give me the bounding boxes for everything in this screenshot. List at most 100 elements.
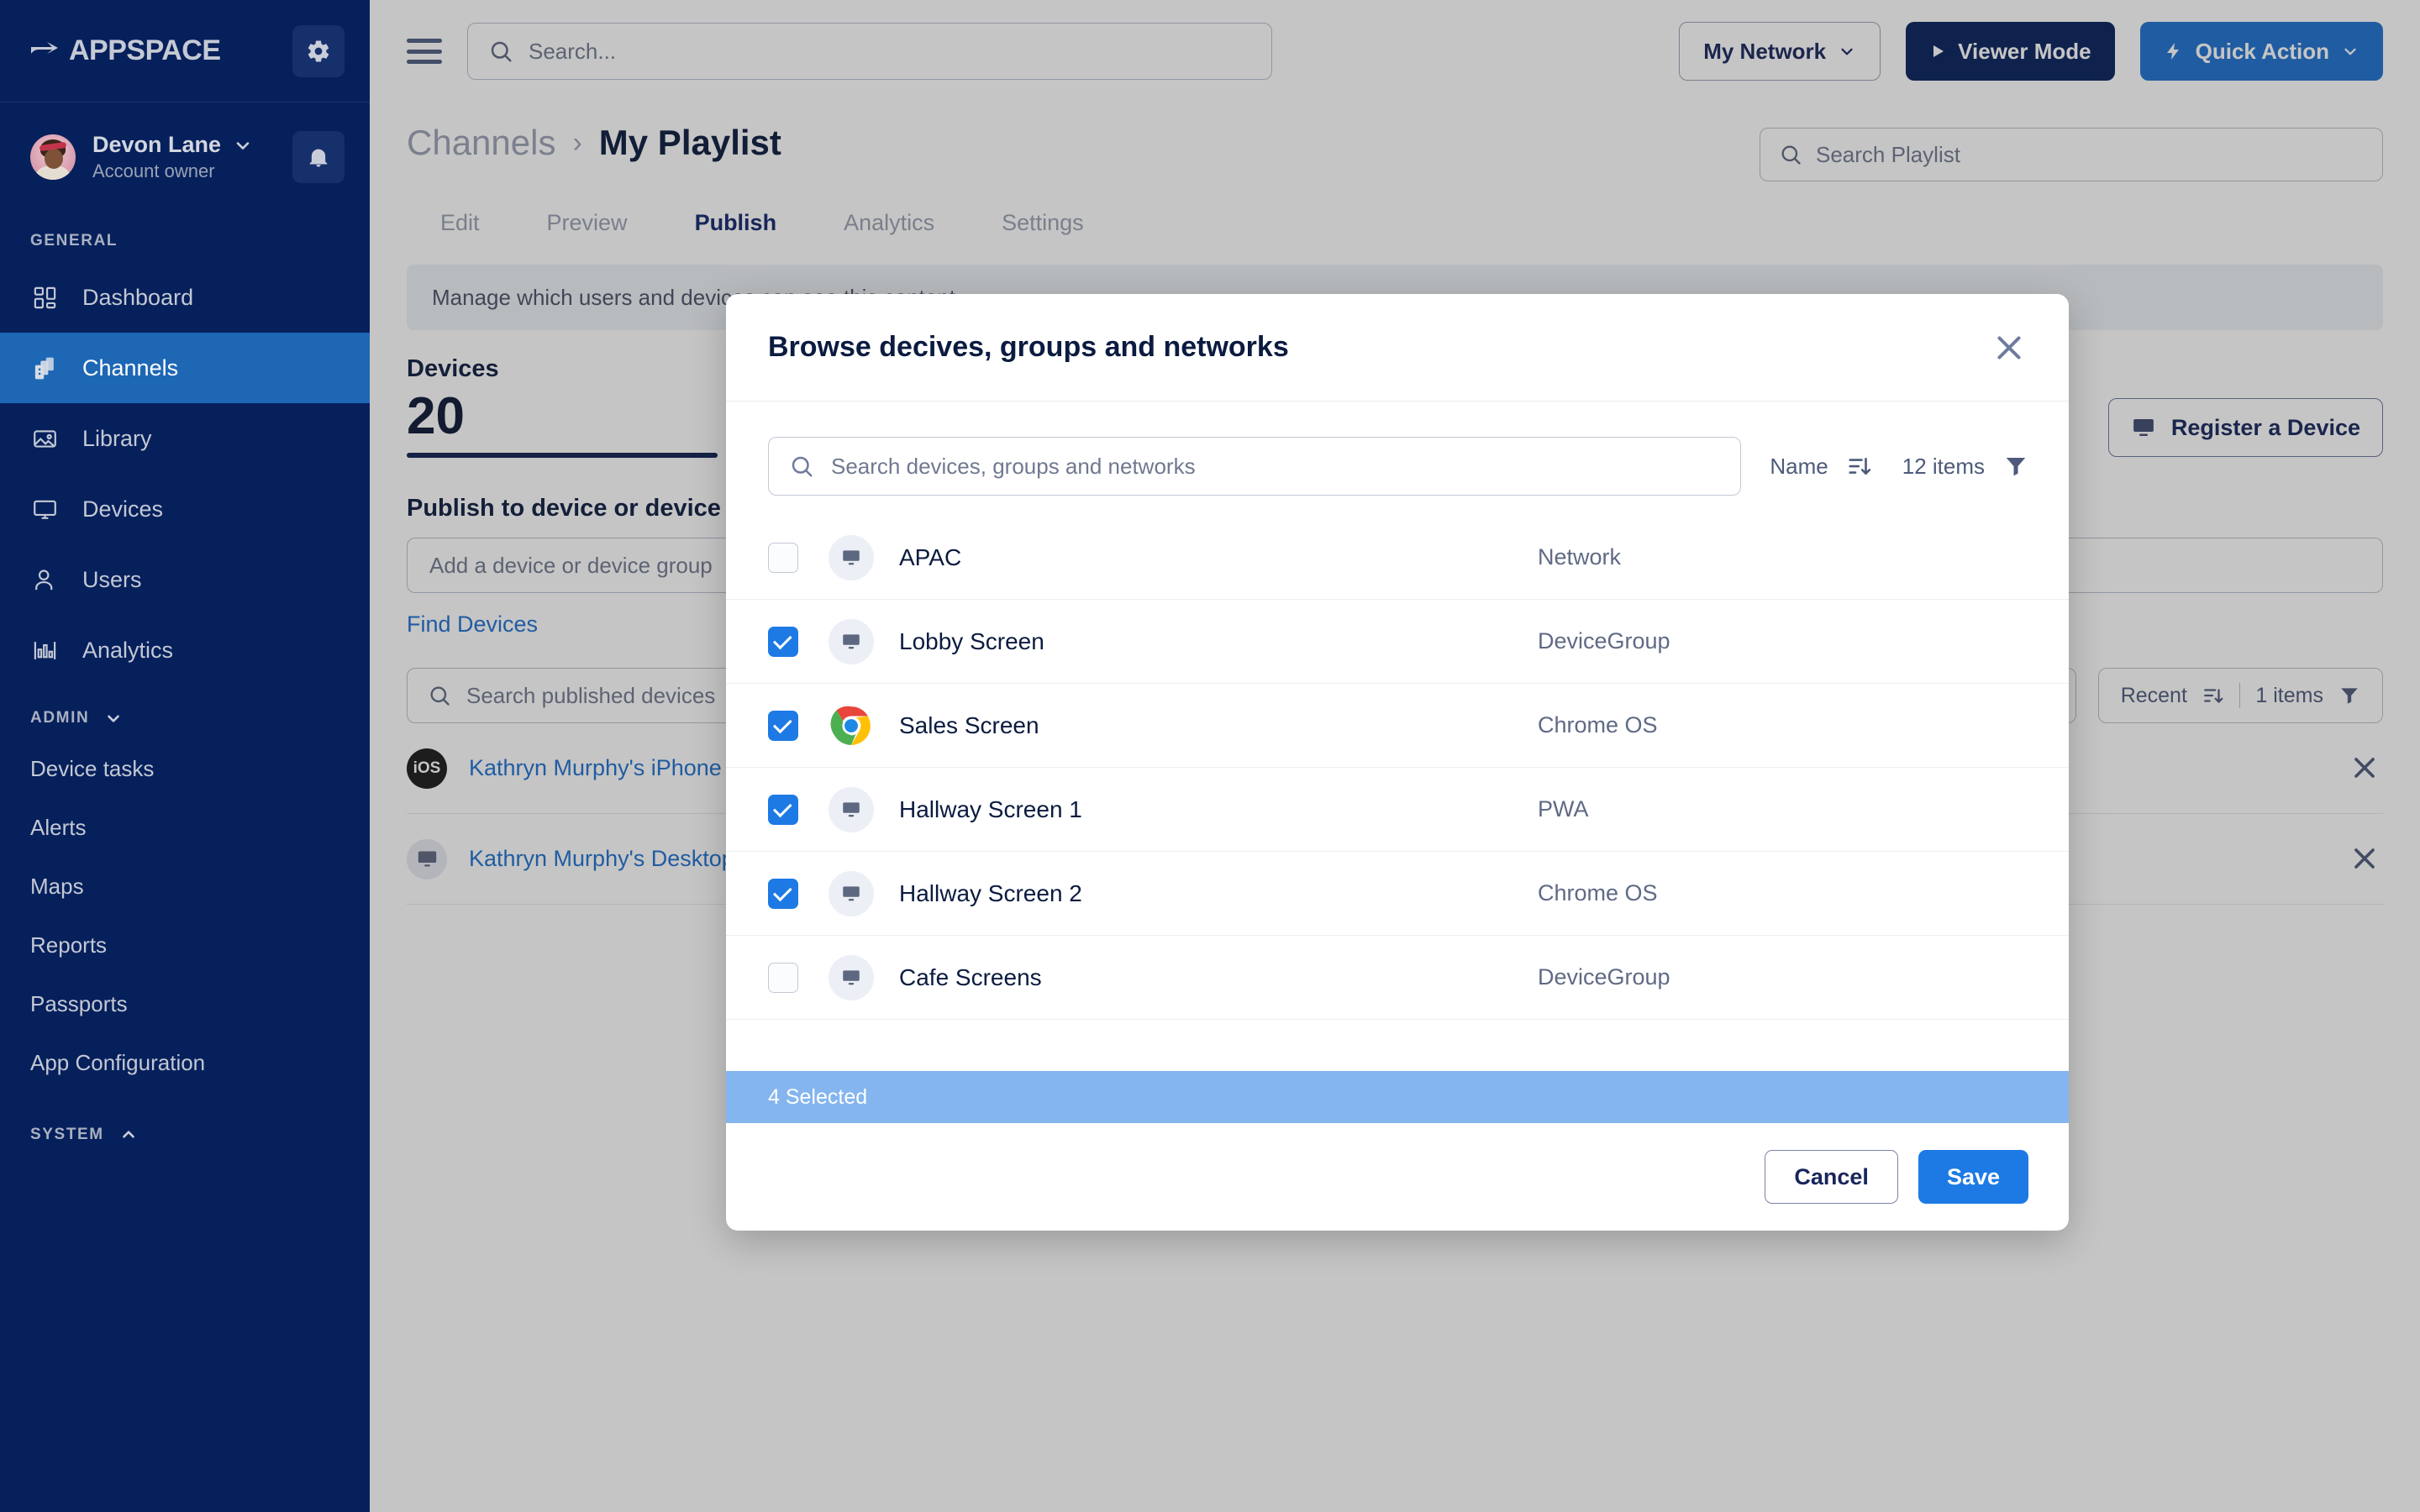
user-role: Account owner <box>92 160 215 181</box>
sidebar-section-general: GENERAL <box>0 208 370 262</box>
filter-icon[interactable] <box>2003 454 2028 479</box>
sidebar-item-label: Passports <box>30 990 128 1016</box>
sidebar-brand: APPSPACE <box>0 0 370 102</box>
sidebar-item-label: Reports <box>30 932 108 958</box>
sidebar-section-admin[interactable]: ADMIN <box>0 685 370 739</box>
cancel-label: Cancel <box>1794 1163 1869 1189</box>
row-type: Chrome OS <box>1538 880 1658 906</box>
row-name: Sales Screen <box>899 711 1039 738</box>
row-checkbox[interactable] <box>768 542 798 573</box>
monitor-icon <box>829 870 874 916</box>
row-checkbox[interactable] <box>768 626 798 657</box>
row-name: Hallway Screen 2 <box>899 879 1082 906</box>
row-checkbox[interactable] <box>768 794 798 825</box>
row-type: PWA <box>1538 796 1589 822</box>
sidebar-section-system[interactable]: SYSTEM <box>0 1092 370 1156</box>
sidebar-item-alerts[interactable]: Alerts <box>0 798 370 857</box>
modal-header: Browse decives, groups and networks <box>726 294 2069 402</box>
table-row[interactable]: Hallway Screen 1 PWA <box>726 768 2069 852</box>
row-name: APAC <box>899 543 962 570</box>
sidebar-item-reports[interactable]: Reports <box>0 916 370 974</box>
row-name: Cafe Screens <box>899 963 1042 990</box>
users-icon <box>30 565 59 594</box>
sidebar-section-system-label: SYSTEM <box>30 1126 104 1143</box>
row-name: Hallway Screen 1 <box>899 795 1082 822</box>
appspace-logo[interactable]: APPSPACE <box>30 34 221 67</box>
chevron-up-icon[interactable] <box>119 1126 138 1144</box>
modal-search-placeholder: Search devices, groups and networks <box>831 453 1196 479</box>
sidebar: APPSPACE Devon Lane Account owner GENERA… <box>0 0 370 1512</box>
sidebar-section-admin-label: ADMIN <box>30 709 90 727</box>
sidebar-item-app-configuration[interactable]: App Configuration <box>0 1033 370 1092</box>
chevron-down-icon[interactable] <box>104 709 123 727</box>
row-name: Lobby Screen <box>899 627 1044 654</box>
modal-search-input[interactable]: Search devices, groups and networks <box>768 437 1742 496</box>
settings-button[interactable] <box>292 24 345 77</box>
row-checkbox[interactable] <box>768 710 798 741</box>
sidebar-item-passports[interactable]: Passports <box>0 974 370 1033</box>
modal-tools: Name 12 items <box>1741 454 2028 480</box>
row-type: Network <box>1538 544 1622 570</box>
modal-footer: Cancel Save <box>726 1123 2069 1231</box>
save-label: Save <box>1946 1163 2000 1189</box>
channels-icon <box>30 354 59 382</box>
monitor-icon <box>829 618 874 664</box>
chrome-icon <box>829 703 874 748</box>
sidebar-item-devices[interactable]: Devices <box>0 474 370 544</box>
user-meta: Devon Lane Account owner <box>92 132 276 182</box>
table-row[interactable]: Sales Screen Chrome OS <box>726 684 2069 768</box>
monitor-icon <box>30 495 59 523</box>
modal-sort-label[interactable]: Name <box>1770 454 1828 480</box>
bell-icon <box>307 145 330 169</box>
table-row[interactable]: Cafe Screens DeviceGroup <box>726 936 2069 1020</box>
gear-icon <box>306 39 331 64</box>
modal-item-count: 12 items <box>1902 453 1985 479</box>
sidebar-item-label: Dashboard <box>82 284 194 310</box>
table-row[interactable]: Hallway Screen 2 Chrome OS <box>726 852 2069 936</box>
sidebar-item-library[interactable]: Library <box>0 403 370 474</box>
sidebar-user[interactable]: Devon Lane Account owner <box>0 102 370 208</box>
sidebar-item-label: App Configuration <box>30 1049 206 1075</box>
table-row[interactable]: APAC Network <box>726 516 2069 600</box>
sidebar-item-label: Device tasks <box>30 755 155 781</box>
sidebar-section-general-label: GENERAL <box>30 232 118 249</box>
row-type: Chrome OS <box>1538 712 1658 738</box>
save-button[interactable]: Save <box>1918 1150 2028 1204</box>
sidebar-item-label: Users <box>82 566 142 592</box>
sidebar-item-dashboard[interactable]: Dashboard <box>0 262 370 333</box>
sidebar-item-maps[interactable]: Maps <box>0 857 370 916</box>
sidebar-item-users[interactable]: Users <box>0 544 370 615</box>
monitor-icon <box>829 954 874 1000</box>
image-icon <box>30 424 59 453</box>
screen-root: APPSPACE Devon Lane Account owner GENERA… <box>0 0 2420 1512</box>
monitor-icon <box>829 534 874 580</box>
sidebar-item-label: Channels <box>82 354 179 381</box>
modal-search-row: Search devices, groups and networks Name… <box>726 402 2069 496</box>
user-name: Devon Lane <box>92 132 222 157</box>
monitor-icon <box>829 786 874 832</box>
row-checkbox[interactable] <box>768 878 798 909</box>
row-checkbox[interactable] <box>768 962 798 993</box>
table-row[interactable]: Lobby Screen DeviceGroup <box>726 600 2069 684</box>
search-icon <box>789 454 814 479</box>
sidebar-item-label: Devices <box>82 496 164 522</box>
browse-devices-modal: Browse decives, groups and networks Sear… <box>726 294 2069 1231</box>
sidebar-item-device-tasks[interactable]: Device tasks <box>0 739 370 798</box>
sort-desc-icon[interactable] <box>1847 454 1872 479</box>
selection-status-bar: 4 Selected <box>726 1071 2069 1123</box>
row-type: DeviceGroup <box>1538 628 1670 654</box>
sidebar-item-label: Alerts <box>30 814 87 840</box>
avatar <box>30 134 76 180</box>
sidebar-item-analytics[interactable]: Analytics <box>0 615 370 685</box>
cancel-button[interactable]: Cancel <box>1765 1150 1898 1204</box>
notifications-button[interactable] <box>292 131 345 183</box>
sidebar-item-label: Maps <box>30 873 84 899</box>
row-type: DeviceGroup <box>1538 964 1670 990</box>
close-icon[interactable] <box>1990 328 2028 367</box>
modal-title: Browse decives, groups and networks <box>768 331 1289 363</box>
appspace-logo-mark <box>30 40 66 62</box>
selected-count-text: 4 Selected <box>768 1084 868 1109</box>
sidebar-item-channels[interactable]: Channels <box>0 333 370 403</box>
sidebar-item-label: Library <box>82 425 152 451</box>
chevron-down-icon[interactable] <box>233 135 253 155</box>
